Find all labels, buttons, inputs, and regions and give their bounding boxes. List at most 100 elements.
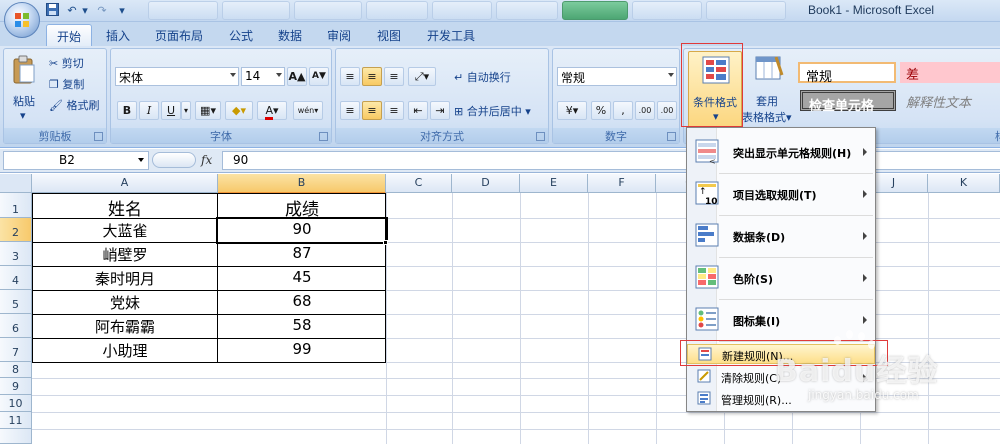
undo-icon[interactable]: ↶: [64, 3, 80, 18]
format-painter-button[interactable]: 🖌 格式刷: [49, 97, 99, 113]
fill-handle[interactable]: [383, 240, 388, 245]
office-button[interactable]: [4, 2, 40, 38]
tab-view[interactable]: 视图: [377, 27, 401, 44]
cell-b6[interactable]: 58: [218, 316, 386, 334]
paste-button[interactable]: 粘贴: [13, 93, 35, 109]
column-header-c[interactable]: C: [386, 174, 452, 193]
tab-insert[interactable]: 插入: [106, 27, 130, 44]
menu-item-top-bottom-rules[interactable]: ↑ 10 项目选取规则(T): [687, 176, 875, 212]
row-header-2[interactable]: 2: [0, 218, 32, 242]
tab-page-layout[interactable]: 页面布局: [155, 27, 203, 44]
bold-button[interactable]: B: [117, 101, 137, 120]
insert-function-button[interactable]: fx: [201, 153, 212, 167]
column-header-a[interactable]: A: [32, 174, 218, 193]
redo-icon[interactable]: ↷: [94, 3, 110, 18]
format-as-table-label-1[interactable]: 套用: [756, 93, 778, 109]
comma-button[interactable]: ,: [613, 101, 633, 120]
style-explanatory[interactable]: 解释性文本: [900, 90, 1000, 111]
cell-a5[interactable]: 党妹: [32, 292, 218, 313]
currency-button[interactable]: ¥▾: [557, 101, 587, 120]
align-left-icon[interactable]: ≡: [340, 101, 360, 120]
align-center-icon[interactable]: ≡: [362, 101, 382, 120]
tab-home[interactable]: 开始: [46, 24, 93, 47]
menu-item-highlight-rules[interactable]: < 突出显示单元格规则(H): [687, 134, 875, 170]
column-header-d[interactable]: D: [452, 174, 520, 193]
font-name-combo[interactable]: 宋体: [115, 67, 239, 86]
row-header-3[interactable]: 3: [0, 242, 32, 266]
paste-icon[interactable]: [12, 55, 36, 88]
menu-item-color-scales[interactable]: 色阶(S): [687, 260, 875, 296]
style-check-cell[interactable]: 检查单元格: [800, 90, 896, 114]
fill-color-button[interactable]: ◆▾: [225, 101, 253, 120]
row-header-9[interactable]: 9: [0, 378, 32, 395]
name-box[interactable]: B2: [3, 151, 149, 170]
cell-b3[interactable]: 87: [218, 244, 386, 262]
cell-a4[interactable]: 秦时明月: [32, 268, 218, 289]
cell-a6[interactable]: 阿布霸霸: [32, 316, 218, 337]
number-format-combo[interactable]: 常规: [557, 67, 677, 86]
undo-dropdown-icon[interactable]: ▾: [80, 3, 90, 18]
underline-dropdown-icon[interactable]: ▾: [181, 101, 191, 120]
formula-input[interactable]: 90: [222, 151, 1000, 170]
cell-a3[interactable]: 峭壁罗: [32, 244, 218, 265]
align-top-icon[interactable]: ≡: [340, 67, 360, 86]
formula-bar-splitter[interactable]: [152, 152, 196, 168]
tab-review[interactable]: 审阅: [327, 27, 351, 44]
cell-a2[interactable]: 大蓝雀: [32, 220, 218, 241]
row-header-5[interactable]: 5: [0, 290, 32, 314]
cell-a1[interactable]: 姓名: [32, 195, 218, 220]
align-right-icon[interactable]: ≡: [384, 101, 404, 120]
tab-developer[interactable]: 开发工具: [427, 27, 475, 44]
italic-button[interactable]: I: [139, 101, 159, 120]
row-header-11[interactable]: 11: [0, 412, 32, 429]
align-middle-icon[interactable]: ≡: [362, 67, 382, 86]
orientation-button[interactable]: ⤢▾: [408, 67, 436, 86]
row-header-12[interactable]: [0, 429, 32, 444]
grow-font-button[interactable]: A▲: [287, 67, 307, 86]
wrap-text-button[interactable]: ↵ 自动换行: [454, 69, 511, 85]
shrink-font-button[interactable]: A▼: [309, 67, 329, 86]
decrease-decimal-button[interactable]: .00: [657, 101, 677, 120]
paste-dropdown-icon[interactable]: ▾: [20, 109, 26, 122]
decrease-indent-icon[interactable]: ⇤: [408, 101, 428, 120]
save-icon[interactable]: [44, 3, 60, 18]
cell-b7[interactable]: 99: [218, 340, 386, 358]
clipboard-launcher-icon[interactable]: [94, 132, 103, 141]
font-size-combo[interactable]: 14: [241, 67, 285, 86]
phonetic-button[interactable]: wén▾: [293, 101, 323, 120]
alignment-launcher-icon[interactable]: [536, 132, 545, 141]
row-header-1[interactable]: 1: [0, 193, 32, 218]
style-bad[interactable]: 差: [900, 62, 1000, 83]
row-header-7[interactable]: 7: [0, 338, 32, 362]
row-header-10[interactable]: 10: [0, 395, 32, 412]
percent-button[interactable]: %: [591, 101, 611, 120]
tab-formulas[interactable]: 公式: [229, 27, 253, 44]
align-bottom-icon[interactable]: ≡: [384, 67, 404, 86]
cut-button[interactable]: ✂ 剪切: [49, 55, 84, 71]
font-launcher-icon[interactable]: [319, 132, 328, 141]
increase-indent-icon[interactable]: ⇥: [430, 101, 450, 120]
cell-b5[interactable]: 68: [218, 292, 386, 310]
column-header-b[interactable]: B: [218, 174, 386, 193]
font-color-button[interactable]: A▾: [257, 101, 287, 120]
cell-b4[interactable]: 45: [218, 268, 386, 286]
row-header-8[interactable]: 8: [0, 362, 32, 378]
format-as-table-label-2[interactable]: 表格格式▾: [742, 109, 792, 125]
copy-button[interactable]: ❐ 复制: [49, 76, 84, 92]
column-header-e[interactable]: E: [520, 174, 588, 193]
merge-center-button[interactable]: ⊞ 合并后居中 ▾: [454, 103, 531, 119]
style-normal[interactable]: 常规: [798, 62, 896, 85]
format-as-table-icon[interactable]: [754, 55, 784, 86]
customize-quick-access-icon[interactable]: ▾: [112, 3, 132, 18]
number-launcher-icon[interactable]: [667, 132, 676, 141]
menu-item-data-bars[interactable]: 数据条(D): [687, 218, 875, 254]
tab-data[interactable]: 数据: [278, 27, 302, 44]
column-header-f[interactable]: F: [588, 174, 656, 193]
row-header-4[interactable]: 4: [0, 266, 32, 290]
underline-button[interactable]: U: [161, 101, 181, 120]
increase-decimal-button[interactable]: .00: [635, 101, 655, 120]
row-header-6[interactable]: 6: [0, 314, 32, 338]
cell-a7[interactable]: 小助理: [32, 340, 218, 361]
column-header-k[interactable]: K: [928, 174, 1000, 193]
select-all-corner[interactable]: [0, 174, 32, 193]
